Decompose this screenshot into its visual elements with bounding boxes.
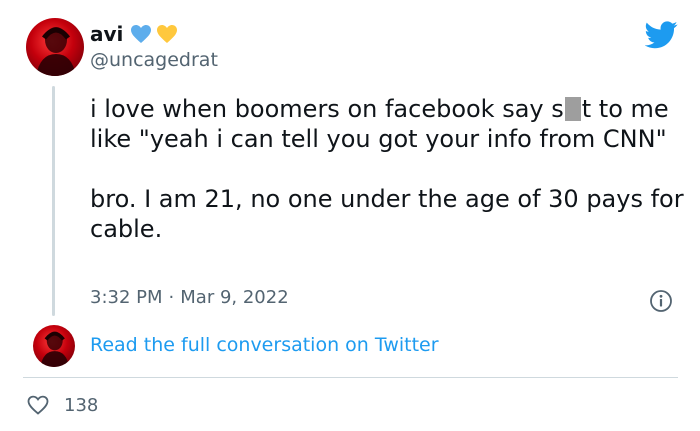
- info-icon[interactable]: [649, 289, 673, 313]
- tweet-date: Mar 9, 2022: [180, 287, 289, 308]
- reply-avatar[interactable]: [33, 325, 75, 367]
- tweet-timestamp[interactable]: 3:32 PM · Mar 9, 2022: [90, 287, 289, 308]
- avatar-photo-icon: [40, 331, 70, 367]
- tweet-paragraph-2: bro. I am 21, no one under the age of 30…: [90, 185, 684, 243]
- twitter-bird-icon[interactable]: [645, 21, 678, 49]
- avatar-photo-icon: [36, 27, 76, 76]
- blue-heart-icon: [131, 25, 152, 43]
- author-name-row: avi: [90, 20, 179, 48]
- timestamp-separator: ·: [168, 287, 175, 308]
- like-action[interactable]: 138: [26, 393, 98, 417]
- tweet-text-segment: i love when boomers on facebook say s: [90, 95, 564, 123]
- censor-block: [564, 97, 581, 121]
- author-handle[interactable]: @uncagedrat: [90, 49, 218, 71]
- author-display-name[interactable]: avi: [90, 22, 123, 46]
- author-avatar[interactable]: [26, 18, 84, 76]
- read-full-conversation-link[interactable]: Read the full conversation on Twitter: [90, 334, 439, 356]
- thread-connector-line: [52, 86, 55, 316]
- like-count: 138: [64, 394, 99, 416]
- tweet-time: 3:32 PM: [90, 287, 163, 308]
- name-emojis: [129, 22, 179, 46]
- tweet-body: i love when boomers on facebook say st t…: [90, 94, 690, 244]
- divider: [23, 377, 678, 378]
- yellow-heart-icon: [157, 25, 178, 43]
- tweet-paragraph-1: i love when boomers on facebook say st t…: [90, 94, 690, 154]
- heart-outline-icon[interactable]: [26, 393, 50, 417]
